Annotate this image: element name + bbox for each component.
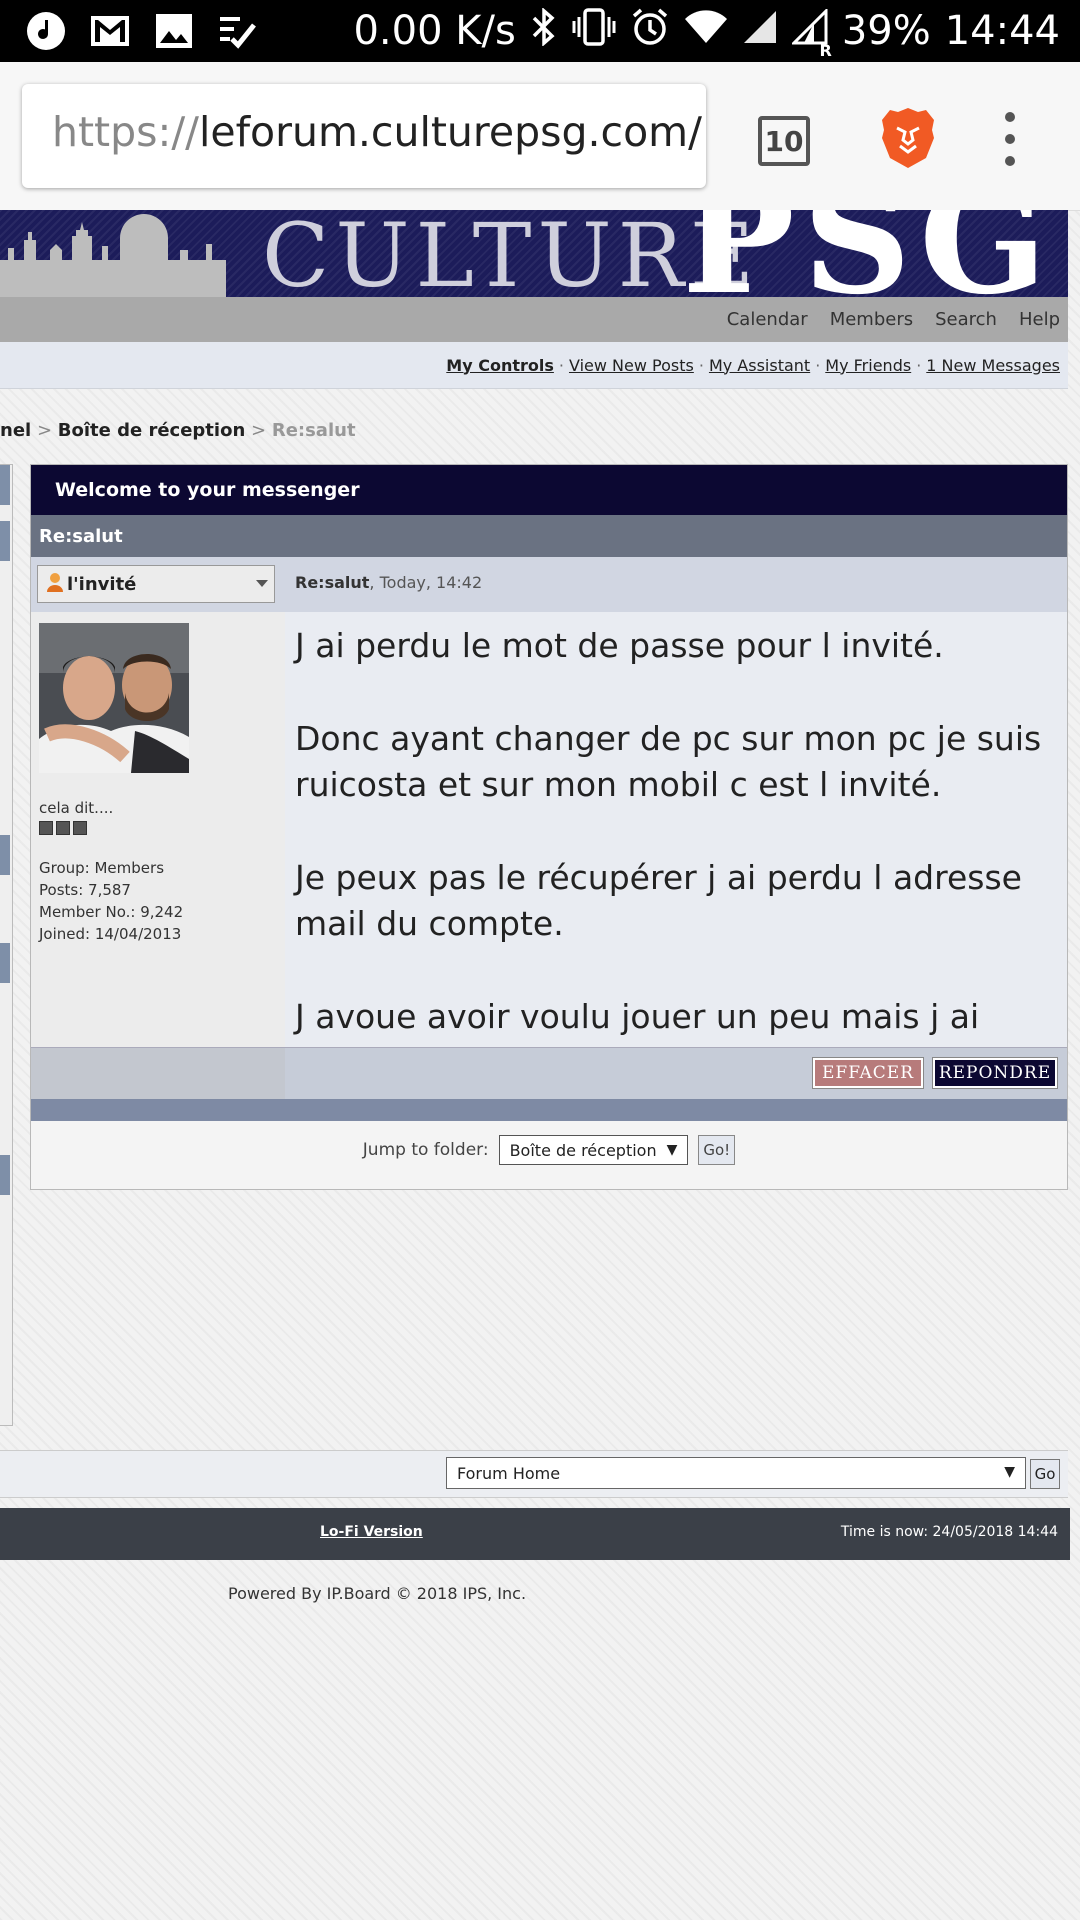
rank-pips — [39, 821, 183, 835]
clock: 14:44 — [944, 8, 1060, 54]
main-nav: Calendar Members Search Help — [0, 297, 1068, 342]
roaming-label: R — [819, 40, 832, 60]
overflow-menu-icon[interactable] — [1000, 112, 1020, 172]
vibrate-icon — [572, 7, 616, 55]
browser-toolbar: https://leforum.culturepsg.com/ 10 — [0, 62, 1080, 211]
jump-label: Jump to folder: — [362, 1140, 489, 1160]
divider — [31, 1099, 1067, 1121]
breadcrumb-panel-link[interactable]: nel — [0, 420, 31, 441]
forum-go-button[interactable]: Go — [1030, 1459, 1060, 1489]
post-actions-left — [31, 1048, 285, 1100]
jump-to-folder: Jump to folder: Boîte de réception ▼ Go! — [31, 1121, 1067, 1179]
author-posts: Posts: 7,587 — [39, 881, 131, 899]
nav-calendar[interactable]: Calendar — [727, 309, 808, 330]
forum-select-value: Forum Home — [457, 1463, 561, 1483]
author-member-no: Member No.: 9,242 — [39, 903, 184, 921]
folder-go-button[interactable]: Go! — [698, 1135, 736, 1165]
post-title: Re:salut — [295, 573, 370, 592]
signal-icon — [742, 9, 778, 54]
author-info: cela dit.... Group: Members Posts: 7,587… — [39, 797, 183, 945]
lofi-version-link[interactable]: Lo-Fi Version — [320, 1524, 423, 1540]
dropdown-arrow-icon: ▼ — [1004, 1464, 1015, 1480]
messenger-header: Welcome to your messenger — [31, 465, 1067, 515]
post-meta: Re:salut, Today, 14:42 — [295, 573, 482, 592]
user-links-bar: My Controls · View New Posts · My Assist… — [0, 342, 1068, 389]
sidebar-tab[interactable] — [0, 943, 10, 983]
checklist-icon — [216, 9, 260, 53]
breadcrumb-separator: > — [36, 420, 53, 441]
messenger-panel: Welcome to your messenger Re:salut l'inv… — [30, 464, 1068, 1190]
folder-select-value: Boîte de réception — [509, 1140, 657, 1160]
author-group: Group: Members — [39, 859, 165, 877]
separator: · — [815, 355, 821, 375]
forum-select[interactable]: Forum Home ▼ — [446, 1457, 1026, 1489]
breadcrumb: nel > Boîte de réception > Re:salut — [0, 420, 356, 441]
nav-help[interactable]: Help — [1019, 309, 1060, 330]
delete-button[interactable]: EFFACER — [812, 1057, 924, 1089]
sidebar-tab[interactable] — [0, 835, 10, 875]
bluetooth-icon — [530, 6, 558, 55]
author-joined: Joined: 14/04/2013 — [39, 925, 182, 943]
chevron-down-icon — [256, 580, 268, 587]
separator: · — [558, 355, 564, 375]
nav-search[interactable]: Search — [935, 309, 997, 330]
message-paragraph: Je peux pas le récupérer j ai perdu l ad… — [295, 858, 1022, 943]
gmail-icon — [88, 9, 132, 53]
network-speed: 0.00 K/s — [353, 8, 516, 54]
url-host: leforum.culturepsg.com/ — [198, 108, 702, 156]
message-paragraph: Donc ayant changer de pc sur mon pc je s… — [295, 719, 1042, 804]
forum-jump-bar: Forum Home ▼ Go — [0, 1450, 1068, 1498]
tab-switcher-button[interactable]: 10 — [758, 116, 810, 166]
sidebar-tab[interactable] — [0, 1155, 10, 1195]
my-assistant-link[interactable]: My Assistant — [709, 356, 810, 375]
avatar — [39, 623, 189, 773]
url-bar[interactable]: https://leforum.culturepsg.com/ — [22, 84, 706, 188]
messenger-sidebar — [0, 464, 13, 1426]
folder-select[interactable]: Boîte de réception ▼ — [498, 1135, 689, 1165]
view-new-posts-link[interactable]: View New Posts — [569, 356, 694, 375]
user-icon — [46, 572, 64, 597]
signal-roaming-icon: R — [790, 6, 832, 60]
status-bar: 0.00 K/s R 39% 14:44 — [0, 0, 1080, 62]
time-now: Time is now: 24/05/2018 14:44 — [840, 1524, 1058, 1540]
author-menu[interactable]: l'invité — [37, 565, 275, 603]
breadcrumb-inbox-link[interactable]: Boîte de réception — [58, 420, 246, 441]
brave-lion-icon[interactable] — [880, 106, 936, 172]
skyline-image — [0, 214, 226, 297]
message-paragraph: J ai perdu le mot de passe pour l invité… — [295, 626, 944, 665]
post-actions-row: EFFACER REPONDRE — [31, 1047, 1067, 1100]
powered-by: Powered By IP.Board © 2018 IPS, Inc. — [228, 1584, 527, 1603]
sidebar-tab[interactable] — [0, 465, 10, 505]
alarm-icon — [630, 7, 670, 56]
post-date: , Today, 14:42 — [369, 573, 483, 592]
new-messages-link[interactable]: 1 New Messages — [926, 356, 1060, 375]
message-subject: Re:salut — [31, 515, 1067, 557]
author-title: cela dit.... — [39, 799, 114, 817]
separator: · — [698, 355, 704, 375]
url-scheme: https:// — [52, 108, 199, 156]
dropdown-arrow-icon: ▼ — [666, 1142, 678, 1158]
separator: · — [916, 355, 922, 375]
my-controls-link[interactable]: My Controls — [446, 356, 554, 375]
breadcrumb-current: Re:salut — [271, 420, 356, 441]
wifi-icon — [684, 9, 728, 54]
message-post: l'invité Re:salut, Today, 14:42 cela dit… — [31, 557, 1067, 1165]
battery-level: 39% — [841, 8, 931, 54]
sidebar-tab[interactable] — [0, 521, 10, 561]
site-banner[interactable]: CULTURE PSG — [0, 210, 1068, 297]
breadcrumb-separator: > — [251, 420, 267, 441]
footer-bar: Lo-Fi Version Time is now: 24/05/2018 14… — [0, 1508, 1070, 1560]
author-name: l'invité — [67, 573, 137, 595]
web-page: CULTURE PSG Calendar Members Search Help… — [0, 210, 1080, 1920]
music-icon — [24, 9, 68, 53]
nav-members[interactable]: Members — [830, 309, 913, 330]
banner-title-psg: PSG — [682, 210, 1055, 297]
my-friends-link[interactable]: My Friends — [825, 356, 911, 375]
gallery-icon — [152, 9, 196, 53]
reply-button[interactable]: REPONDRE — [932, 1057, 1058, 1089]
